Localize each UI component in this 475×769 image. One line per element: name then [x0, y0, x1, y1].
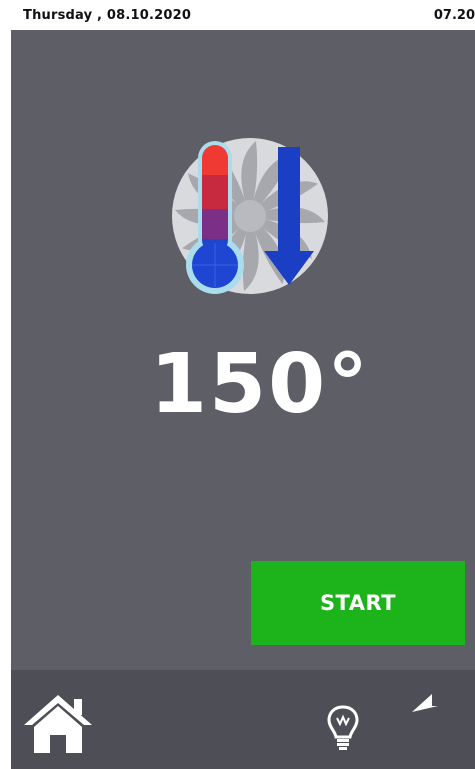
status-date: Thursday , 08.10.2020 — [23, 8, 192, 23]
status-bar: Thursday , 08.10.2020 07.20 — [0, 0, 475, 30]
start-button[interactable]: START — [251, 561, 465, 645]
fan-thermometer-lower-heat-icon — [160, 133, 340, 298]
back-arrow-icon — [412, 694, 438, 712]
temperature-value[interactable]: 150° — [150, 344, 370, 426]
light-button[interactable] — [326, 704, 360, 752]
home-button[interactable] — [22, 691, 94, 755]
light-bulb-icon — [327, 705, 359, 750]
home-icon — [24, 695, 92, 753]
oven-screen: Thursday , 08.10.2020 07.20 150° START — [0, 0, 475, 769]
back-button[interactable] — [408, 692, 466, 754]
status-time: 07.20 — [433, 8, 475, 23]
